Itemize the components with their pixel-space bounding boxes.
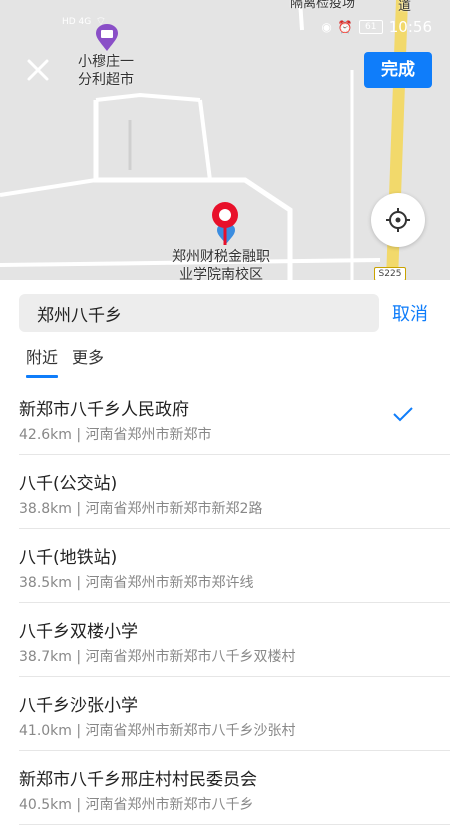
close-icon — [27, 59, 49, 81]
road-label: 道 — [398, 0, 412, 14]
search-panel: 取消 附近 更多 新郑市八千乡人民政府 42.6km | 河南省郑州市新郑市 八… — [0, 280, 450, 825]
list-item[interactable]: 新郑市八千乡人民政府 42.6km | 河南省郑州市新郑市 — [19, 381, 450, 455]
map-view[interactable]: HD 4G ⌔ ◉ ⏰ 61 10:56 小穆庄一 分利超市 隔离检疫场 道 郑… — [0, 0, 450, 280]
store-poi-label[interactable]: 小穆庄一 分利超市 — [78, 53, 134, 89]
search-input[interactable] — [19, 294, 379, 332]
search-box[interactable] — [19, 294, 379, 332]
item-name: 新郑市八千乡邢庄村村民委员会 — [19, 770, 257, 790]
item-name: 八千(地铁站) — [19, 548, 118, 568]
item-name: 新郑市八千乡人民政府 — [19, 400, 189, 420]
quarantine-poi-label: 隔离检疫场 — [290, 0, 356, 11]
shopping-basket-icon — [96, 24, 118, 51]
item-name: 八千乡沙张小学 — [19, 696, 138, 716]
list-item[interactable]: 八千(地铁站) 38.5km | 河南省郑州市新郑市郑许线 — [19, 529, 450, 603]
item-address: 41.0km | 河南省郑州市新郑市八千乡沙张村 — [19, 723, 296, 739]
item-address: 42.6km | 河南省郑州市新郑市 — [19, 427, 212, 443]
cancel-button[interactable]: 取消 — [392, 300, 428, 326]
results-list: 新郑市八千乡人民政府 42.6km | 河南省郑州市新郑市 八千(公交站) 38… — [0, 381, 450, 825]
list-item[interactable]: 新郑市八千乡邢庄村村民委员会 40.5km | 河南省郑州市新郑市八千乡 — [19, 751, 450, 825]
tab-nearby[interactable]: 附近 — [26, 344, 59, 378]
item-address: 38.7km | 河南省郑州市新郑市八千乡双楼村 — [19, 649, 296, 665]
checkmark-icon — [393, 407, 413, 422]
tab-bar: 附近 更多 — [26, 344, 104, 378]
battery-icon: 61 — [358, 20, 383, 34]
item-name: 八千乡双楼小学 — [19, 622, 138, 642]
school-poi-label[interactable]: 郑州财税金融职 业学院南校区 — [172, 248, 270, 280]
item-address: 38.8km | 河南省郑州市新郑市新郑2路 — [19, 501, 263, 517]
item-name: 八千(公交站) — [19, 474, 118, 494]
close-button[interactable] — [24, 56, 52, 84]
eye-icon: ◉ — [321, 20, 332, 34]
list-item[interactable]: 八千乡双楼小学 38.7km | 河南省郑州市新郑市八千乡双楼村 — [19, 603, 450, 677]
location-pin-icon — [212, 202, 238, 245]
highway-tag: S225 — [374, 267, 406, 280]
tab-more[interactable]: 更多 — [72, 344, 104, 378]
item-address: 38.5km | 河南省郑州市新郑市郑许线 — [19, 575, 254, 591]
locate-icon — [386, 208, 410, 232]
locate-button[interactable] — [371, 193, 425, 247]
list-item[interactable]: 八千(公交站) 38.8km | 河南省郑州市新郑市新郑2路 — [19, 455, 450, 529]
status-time: 10:56 — [388, 18, 432, 36]
done-button[interactable]: 完成 — [364, 52, 432, 88]
list-item[interactable]: 八千乡沙张小学 41.0km | 河南省郑州市新郑市八千乡沙张村 — [19, 677, 450, 751]
status-bar: HD 4G ⌔ ◉ ⏰ 61 10:56 — [0, 0, 450, 36]
signal-icon: HD 4G — [62, 16, 92, 27]
alarm-icon: ⏰ — [337, 20, 353, 34]
item-address: 40.5km | 河南省郑州市新郑市八千乡 — [19, 797, 254, 813]
